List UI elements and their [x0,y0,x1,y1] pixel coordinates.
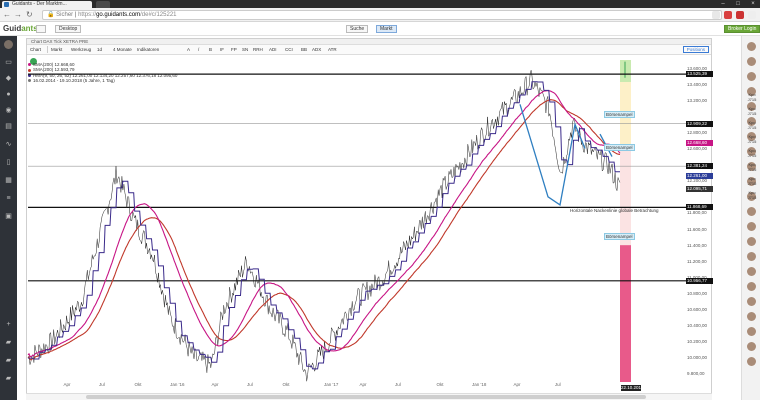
y-axis-label: 12.800,00 [687,129,708,135]
x-axis-label: Jul [99,382,105,387]
y-axis-label: 12.600,00 [687,146,708,152]
price-tag: 12.909,22 [686,120,713,127]
hma-line [28,81,620,370]
x-axis-label: Jan '17 [324,382,339,387]
price-chart[interactable] [0,0,760,400]
price-tag: 12.261,00 [686,172,713,179]
x-axis-label: Apr [63,382,71,387]
x-axis-label: Jan '16 [170,382,185,387]
price-tag: 12.668,60 [686,139,713,146]
x-axis-label: Jul [554,382,561,387]
y-axis-label: 12.200,00 [687,178,708,184]
price-tag: 10.956,77 [686,277,713,284]
chart-scrollbar[interactable] [26,393,712,400]
y-axis-label: 11.800,00 [687,210,707,216]
boersenampel-box-3[interactable]: Börsenampel [604,233,635,240]
boersenampel-box-2[interactable]: Börsenampel [604,144,635,151]
boersenampel-box-1[interactable]: Börsenampel [604,111,635,118]
y-axis-label: 13.200,00 [687,97,708,103]
x-axis-label: Jul [395,382,401,387]
price-tag: 12.095,71 [686,186,713,193]
y-axis-label: 10.800,00 [687,290,708,296]
y-axis-label: 10.000,00 [687,355,708,361]
y-axis-label: 10.400,00 [687,323,708,329]
price-tag: 11.868,69 [686,204,713,211]
x-axis-label: Jul [247,382,253,387]
price-tag: 13.525,39 [686,71,713,78]
y-axis-label: 11.400,00 [687,242,707,248]
scrollbar-thumb[interactable] [86,395,646,399]
y-axis-label: 13.600,00 [687,65,708,71]
y-axis-label: 11.200,00 [687,258,707,264]
price-tag: 12.381,24 [686,163,713,170]
y-axis-label: 10.200,00 [687,339,708,345]
sma-pink-line [27,90,621,358]
signal-bar-red [620,245,631,382]
y-axis-label: 9.800,00 [687,371,705,377]
x-axis-label: Apr [513,382,521,387]
y-axis-label: 10.600,00 [687,307,708,313]
date-label: 22.10.2018 [621,385,644,391]
signal-bar-light [620,148,631,246]
y-axis-label: 13.400,00 [687,81,708,87]
x-axis-label: Okt [282,382,290,387]
x-axis-label: Jan '18 [472,382,487,387]
x-axis-label: Okt [134,382,142,387]
neckline-note: Horizontale Nackenlinie globale Betracht… [570,208,659,214]
y-axis-label: 11.600,00 [687,226,707,232]
x-axis-label: Okt [436,382,444,387]
sma-red-line [27,99,621,361]
x-axis-label: Apr [211,382,219,387]
price-line [27,70,621,382]
x-axis-label: Apr [359,382,367,387]
